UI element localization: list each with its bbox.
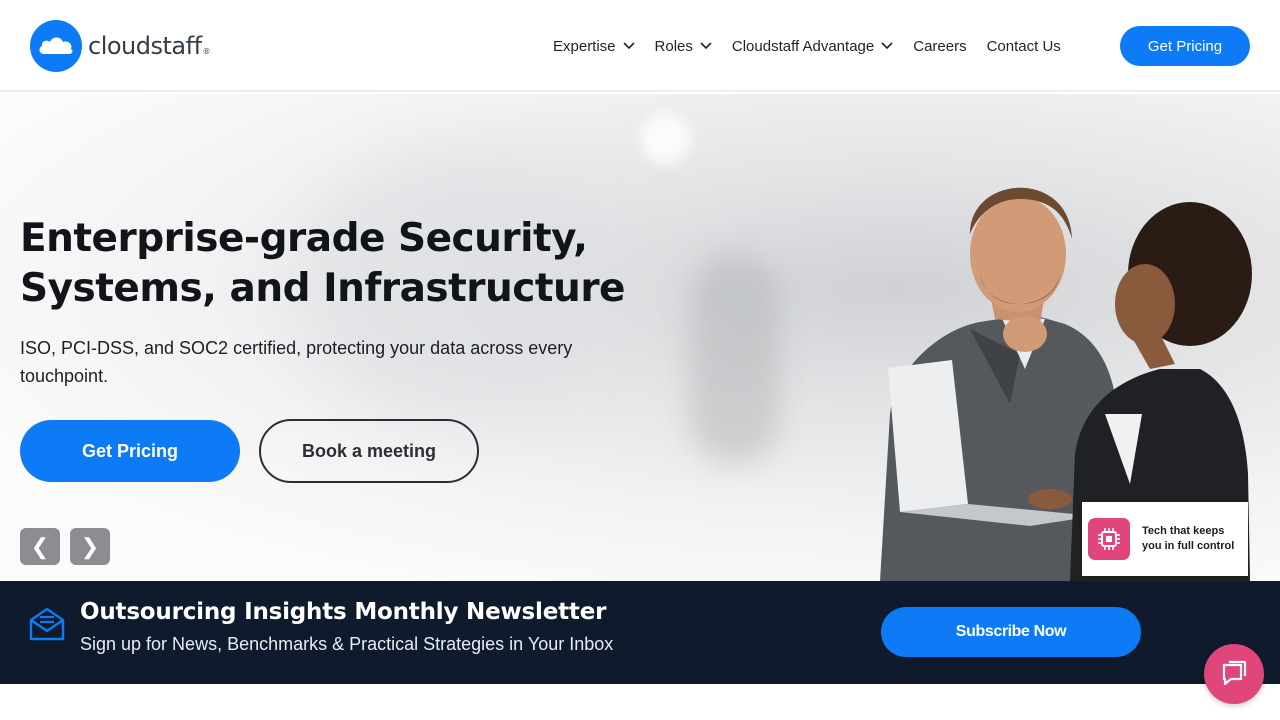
hero-section: Enterprise-grade Security, Systems, and … [0, 94, 1280, 581]
mail-icon [29, 607, 65, 641]
subscribe-now-button[interactable]: Subscribe Now [881, 607, 1141, 657]
main-nav: Expertise Roles Cloudstaff Advantage Car… [553, 26, 1081, 66]
logo-text: cloudstaff® [88, 32, 211, 60]
chevron-down-icon [700, 42, 712, 50]
chevron-down-icon [622, 42, 635, 50]
nav-item-contact-us[interactable]: Contact Us [987, 38, 1061, 55]
background-blur [690, 254, 780, 464]
hero-title-line: Enterprise-grade Security, [20, 216, 588, 261]
nav-item-cloudstaff-advantage[interactable]: Cloudstaff Advantage [732, 38, 893, 55]
newsletter-title: Outsourcing Insights Monthly Newsletter [80, 599, 607, 625]
nav-label: Cloudstaff Advantage [731, 37, 875, 55]
hero-subtitle: ISO, PCI-DSS, and SOC2 certified, protec… [20, 338, 573, 386]
cloud-icon [30, 20, 82, 72]
nav-item-roles[interactable]: Roles [655, 38, 712, 55]
registered-mark: ® [202, 47, 211, 56]
nav-label: Careers [913, 37, 967, 55]
tech-control-badge: Tech that keeps you in full control [1082, 502, 1248, 576]
slider-prev-button[interactable]: ❮ [20, 528, 60, 565]
chevron-down-icon [881, 42, 893, 50]
chat-widget-button[interactable] [1204, 644, 1264, 704]
nav-item-expertise[interactable]: Expertise [553, 38, 635, 55]
background-light [640, 114, 690, 164]
slider-next-button[interactable]: ❯ [70, 528, 110, 565]
chat-icon [1222, 660, 1247, 686]
logo[interactable]: cloudstaff® [30, 20, 210, 72]
nav-label: Expertise [553, 37, 616, 55]
header-get-pricing-button[interactable]: Get Pricing [1120, 26, 1250, 66]
hero-title-line: Systems, and Infrastructure [20, 266, 626, 311]
site-header: cloudstaff® Expertise Roles Cloudstaff A… [0, 0, 1280, 92]
hero-get-pricing-button[interactable]: Get Pricing [20, 420, 240, 482]
nav-label: Contact Us [986, 37, 1061, 55]
chip-icon [1088, 518, 1130, 560]
newsletter-banner: Outsourcing Insights Monthly Newsletter … [0, 581, 1280, 684]
nav-label: Roles [654, 37, 693, 55]
hero-title: Enterprise-grade Security, Systems, and … [20, 214, 640, 314]
newsletter-subtitle: Sign up for News, Benchmarks & Practical… [80, 634, 614, 654]
badge-text: Tech that keeps you in full control [1142, 525, 1235, 552]
nav-item-careers[interactable]: Careers [913, 38, 966, 55]
book-meeting-button[interactable]: Book a meeting [259, 419, 479, 483]
